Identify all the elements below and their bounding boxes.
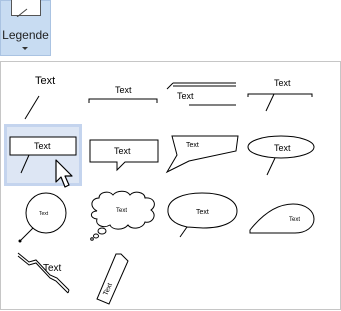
oval-speech-callout-icon: Text (167, 192, 238, 238)
callout-text: Text (43, 263, 62, 274)
gallery-item-zigzag-callout[interactable]: Text (8, 248, 84, 310)
teardrop-callout-icon: Text (249, 203, 315, 234)
callout-text: Text (114, 146, 131, 156)
callout-text: Text (177, 91, 194, 101)
slanted-callout-icon: Text (165, 135, 239, 174)
callout-text: Text (289, 217, 300, 223)
gallery-item-tick-line-callout[interactable]: Text (239, 68, 315, 130)
tick-line-callout-icon: Text (247, 78, 313, 112)
gallery-item-tag-callout[interactable]: Text (84, 248, 160, 310)
callout-icon (11, 0, 41, 17)
gallery-item-double-line-callout[interactable]: Text (162, 68, 238, 130)
gallery-item-teardrop-callout[interactable]: Text (239, 186, 315, 248)
gallery-item-ellipse-line-callout[interactable]: Text (239, 130, 315, 192)
legende-ribbon-button[interactable]: Legende (0, 0, 51, 56)
bracket-callout-icon: Text (88, 85, 158, 103)
zigzag-callout-icon: Text (17, 252, 70, 294)
gallery-item-bracket-callout[interactable]: Text (84, 68, 160, 130)
ribbon-button-label: Legende (2, 28, 49, 42)
gallery-item-cloud-callout[interactable]: Text (84, 186, 160, 248)
speech-rectangle-callout-icon: Text (89, 139, 159, 172)
callout-text: Text (186, 142, 199, 149)
callout-text: Text (39, 211, 49, 217)
callout-text: Text (34, 141, 51, 151)
gallery-item-oval-speech-callout[interactable]: Text (162, 186, 238, 248)
cloud-callout-icon: Text (90, 190, 155, 241)
tag-callout-icon: Text (96, 253, 129, 305)
dropdown-arrow-icon (22, 47, 28, 50)
ellipse-line-callout-icon: Text (247, 135, 315, 176)
callout-text: Text (116, 208, 127, 214)
callout-text: Text (274, 143, 291, 153)
mouse-cursor-icon (55, 159, 73, 188)
double-line-callout-icon: Text (166, 82, 236, 106)
gallery-item-slanted-callout[interactable]: Text (162, 130, 239, 192)
callout-gallery: Text Text Text Text Text Text Text Text … (0, 61, 341, 310)
callout-text: Text (274, 78, 291, 88)
line-callout-icon: Text (24, 75, 55, 120)
callout-text: Text (35, 75, 55, 87)
callout-text: Text (115, 85, 132, 95)
circle-line-callout-icon: Text (18, 192, 67, 243)
gallery-item-speech-rectangle-callout[interactable]: Text (84, 130, 160, 192)
gallery-item-circle-line-callout[interactable]: Text (8, 186, 84, 248)
gallery-item-line-callout[interactable]: Text (8, 68, 84, 130)
callout-text: Text (196, 209, 209, 216)
